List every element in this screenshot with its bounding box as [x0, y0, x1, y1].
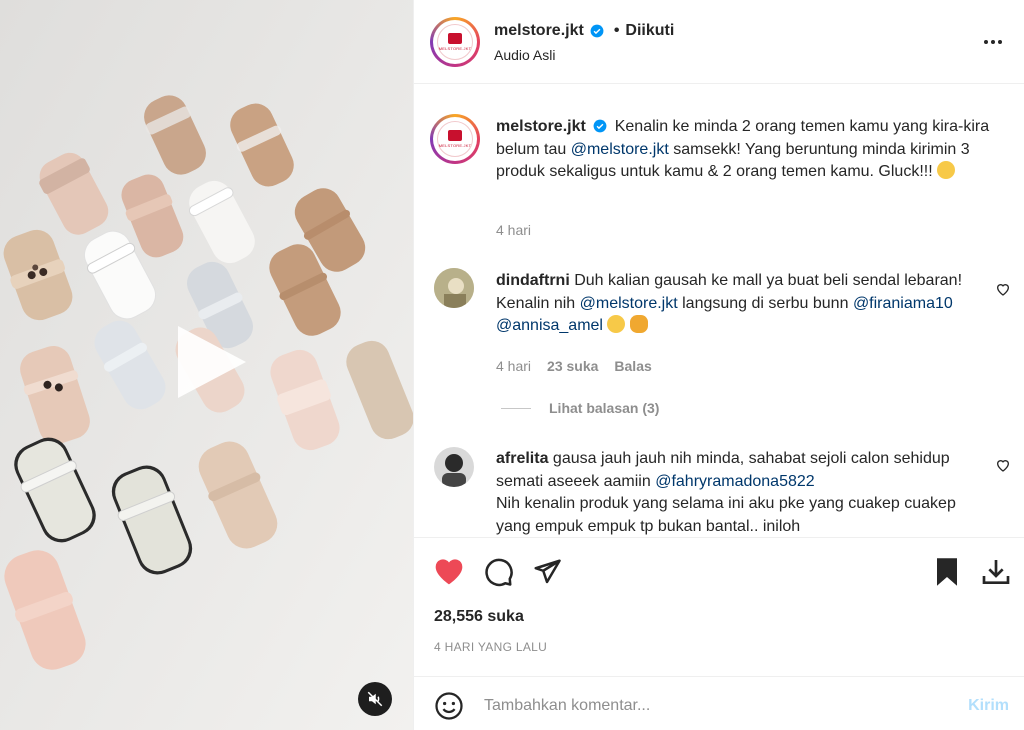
verified-badge-icon	[590, 24, 604, 38]
following-button[interactable]: Diikuti	[625, 22, 674, 40]
comment-mention[interactable]: @melstore.jkt	[580, 295, 678, 312]
profile-photo-icon	[434, 268, 474, 308]
view-replies-button[interactable]: Lihat balasan (3)	[501, 400, 659, 416]
caption-mention[interactable]: @melstore.jkt	[571, 141, 669, 158]
emoji-picker-icon[interactable]	[434, 691, 464, 721]
emoji-icon	[629, 315, 648, 333]
comment-like-icon[interactable]	[995, 281, 1011, 297]
comment-username[interactable]: dindaftrni	[496, 272, 570, 289]
more-dot-icon	[984, 40, 988, 44]
more-dot-icon	[998, 40, 1002, 44]
play-icon[interactable]	[170, 322, 250, 402]
more-options-button[interactable]	[981, 32, 1005, 52]
action-bar: 28,556 suka 4 HARI YANG LALU	[414, 537, 1024, 665]
comment-username[interactable]: afrelita	[496, 450, 548, 467]
download-icon[interactable]	[980, 556, 1012, 588]
likes-count[interactable]: 28,556 suka	[434, 608, 524, 626]
reply-button[interactable]: Balas	[614, 358, 651, 374]
comment-icon[interactable]	[484, 557, 514, 587]
mute-button[interactable]	[358, 682, 392, 716]
comment-time[interactable]: 4 hari	[496, 358, 531, 374]
post-header: MELSTORE.JKT melstore.jkt • Diikuti Audi…	[414, 0, 1024, 84]
emoji-icon	[607, 315, 626, 333]
comment-mention[interactable]: @fahryramadona5822	[655, 473, 814, 490]
more-dot-icon	[991, 40, 995, 44]
commenter-avatar[interactable]	[434, 447, 474, 487]
post-date[interactable]: 4 HARI YANG LALU	[434, 640, 547, 654]
bookmark-icon[interactable]	[934, 557, 960, 587]
comment-like-icon[interactable]	[995, 457, 1011, 473]
comments-list[interactable]: MELSTORE.JKT melstore.jkt Kenalin ke min…	[414, 84, 1024, 537]
view-replies-label: Lihat balasan (3)	[549, 400, 660, 416]
comment-mention[interactable]: @annisa_amel	[496, 317, 603, 334]
caption-avatar[interactable]: MELSTORE.JKT	[430, 114, 480, 164]
divider	[501, 407, 531, 409]
separator-dot: •	[613, 22, 620, 39]
comment-text-part: Nih kenalin produk yang selama ini aku p…	[496, 495, 956, 535]
commenter-avatar[interactable]	[434, 268, 474, 308]
comment-text: dindaftrni Duh kalian gausah ke mall ya …	[496, 270, 986, 338]
caption-time[interactable]: 4 hari	[496, 222, 531, 238]
profile-photo-icon	[434, 447, 474, 487]
post-detail-panel: MELSTORE.JKT melstore.jkt • Diikuti Audi…	[413, 0, 1024, 730]
add-comment-bar: Kirim	[414, 676, 1024, 730]
comment-input[interactable]	[484, 691, 944, 721]
comment-likes[interactable]: 23 suka	[547, 358, 598, 374]
speaker-muted-icon	[367, 691, 383, 707]
emoji-icon	[937, 161, 956, 179]
verified-badge-icon	[593, 119, 607, 133]
post-comment-button[interactable]: Kirim	[968, 697, 1009, 715]
like-heart-icon[interactable]	[433, 556, 465, 586]
caption-username[interactable]: melstore.jkt	[496, 118, 586, 135]
share-icon[interactable]	[532, 557, 562, 587]
comment-text-part: langsung di serbu bunn	[682, 294, 849, 312]
store-logo: MELSTORE.JKT	[437, 121, 473, 157]
avatar[interactable]: MELSTORE.JKT	[430, 17, 480, 67]
comment-text: afrelita gausa jauh jauh nih minda, saha…	[496, 448, 986, 537]
post-video[interactable]	[0, 0, 413, 730]
store-logo: MELSTORE.JKT	[437, 24, 473, 60]
header-username[interactable]: melstore.jkt	[494, 22, 584, 40]
comment-meta: 4 hari 23 suka Balas	[496, 358, 652, 374]
caption-text: melstore.jkt Kenalin ke minda 2 orang te…	[496, 116, 1006, 184]
caption-meta: 4 hari	[496, 222, 531, 238]
comment-mention[interactable]: @firaniama10	[853, 295, 953, 312]
audio-link[interactable]: Audio Asli	[494, 47, 555, 63]
caption-text-part: samsekk! Yang beruntung minda kirimin 3 …	[496, 140, 970, 181]
